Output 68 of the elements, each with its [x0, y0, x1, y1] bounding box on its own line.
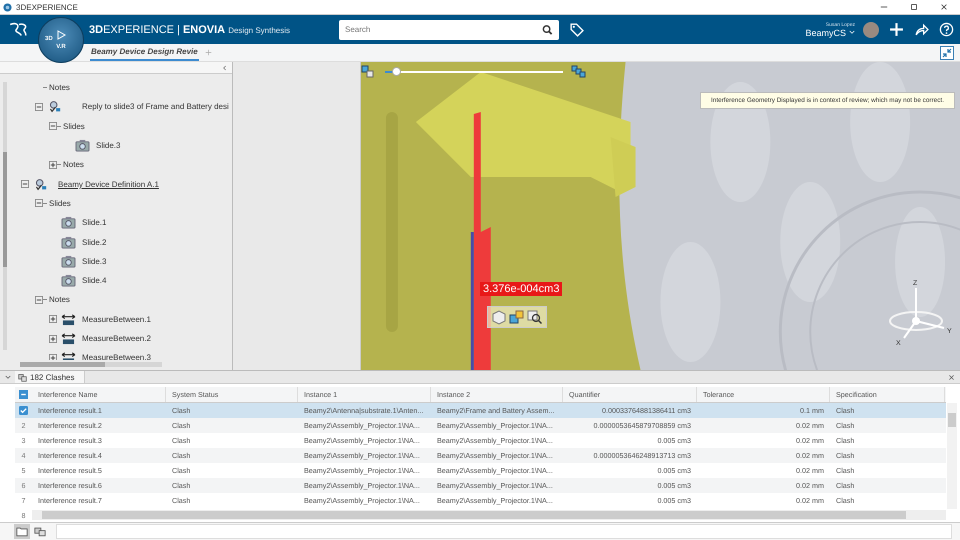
expander-icon[interactable] [35, 199, 43, 208]
share-icon[interactable] [914, 22, 929, 37]
app-brand: 3DEXPERIENCE | ENOVIA Design Synthesis [89, 24, 290, 36]
scrollbar[interactable] [3, 82, 7, 350]
tree-item[interactable]: Slide.3 [82, 256, 106, 266]
folder-icon[interactable] [14, 524, 30, 540]
camera-icon [61, 254, 76, 268]
tree-item[interactable]: Slides [49, 198, 71, 208]
tree-item[interactable]: Beamy Device Definition A.1 [58, 180, 159, 189]
chevron-left-icon[interactable] [223, 64, 227, 70]
maximize-icon[interactable] [910, 3, 918, 11]
tree-item[interactable]: Notes [63, 160, 84, 170]
expander-icon[interactable] [49, 122, 57, 130]
play-icon[interactable] [56, 30, 66, 40]
cubes-icon[interactable] [509, 309, 525, 325]
app-icon [3, 2, 12, 12]
measure-icon [61, 312, 76, 326]
tree-item[interactable]: Reply to slide3 of Frame and Battery desi [82, 102, 229, 112]
clashes-tab[interactable]: 182 Clashes [15, 371, 86, 384]
plus-icon[interactable] [889, 22, 904, 37]
tree-item[interactable]: Notes [49, 295, 70, 304]
box-icon[interactable] [491, 309, 507, 325]
caret-icon[interactable] [849, 30, 855, 35]
tree-item[interactable]: Slide.1 [82, 218, 106, 228]
zoom-icon[interactable] [527, 309, 543, 325]
tree-item[interactable]: Slide.3 [96, 141, 120, 150]
collapse-button[interactable] [940, 46, 954, 60]
review-icon [33, 178, 48, 191]
footer-input-field[interactable] [56, 524, 952, 540]
expander-icon[interactable] [21, 180, 29, 188]
close-icon[interactable] [948, 374, 955, 381]
expander-icon[interactable] [35, 102, 43, 111]
measure-icon [61, 332, 76, 345]
camera-icon [75, 139, 90, 152]
tree-item[interactable]: MeasureBetween.3 [82, 353, 151, 360]
expander-icon[interactable] [49, 160, 57, 169]
tag-icon[interactable] [569, 22, 584, 37]
help-icon[interactable] [939, 22, 954, 37]
3d-model-drawing[interactable] [361, 62, 960, 370]
tree-item[interactable]: Notes [49, 83, 70, 92]
scrollbar[interactable] [20, 362, 162, 367]
scrollbar[interactable] [32, 510, 946, 520]
tree-item[interactable]: MeasureBetween.1 [82, 314, 151, 324]
cubes-icon[interactable] [571, 65, 587, 79]
scrollbar[interactable] [947, 403, 957, 510]
camera-icon [61, 216, 76, 230]
tree-item[interactable]: Slide.2 [82, 238, 106, 247]
camera-icon [61, 236, 76, 249]
close-icon[interactable] [940, 3, 948, 11]
expander-icon[interactable] [49, 354, 57, 360]
review-icon [47, 100, 62, 114]
window-title: 3DEXPERIENCE [16, 2, 78, 12]
search-field[interactable]: Search [339, 20, 540, 40]
measure-label: 3.376e-004cm3 [480, 282, 562, 296]
tenant-menu[interactable]: BeamyCS [805, 28, 846, 38]
tree-item[interactable]: MeasureBetween.2 [82, 334, 151, 343]
camera-icon [61, 274, 76, 288]
tree-item[interactable]: Slide.4 [82, 276, 106, 286]
expander-icon[interactable] [49, 315, 57, 324]
expander-icon[interactable] [49, 334, 57, 342]
avatar[interactable] [863, 22, 879, 38]
select-all-checkbox[interactable] [19, 390, 28, 400]
tab-title[interactable]: 182 Clashes [30, 372, 74, 382]
search-icon[interactable] [540, 20, 560, 40]
row-checkbox[interactable] [19, 406, 28, 416]
expander-icon[interactable] [35, 296, 43, 304]
collapse-icon[interactable] [5, 374, 11, 380]
tree-item[interactable]: Slides [63, 122, 85, 131]
